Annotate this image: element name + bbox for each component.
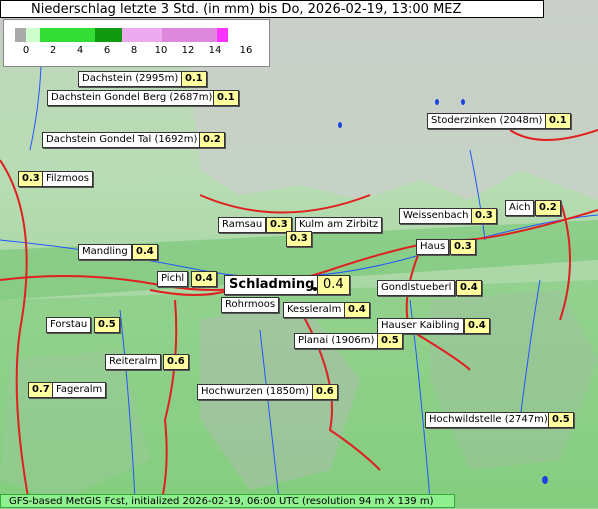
station-label-dachstein-gondel-tal: Dachstein Gondel Tal (1692m) — [42, 132, 202, 148]
station-label-hochwurzen: Hochwurzen (1850m) — [197, 384, 314, 400]
station-label-fageralm: Fageralm — [52, 382, 107, 398]
station-value-dachstein-gondel-berg: 0.1 — [213, 90, 239, 106]
legend-swatch-6 — [217, 28, 228, 42]
station-label-pichl: Pichl — [157, 271, 189, 287]
legend-swatch-0 — [15, 28, 26, 42]
station-label-kessleralm: Kessleralm — [283, 302, 346, 318]
station-label-weissenbach: Weissenbach — [399, 208, 473, 224]
station-label-hochwildstelle: Hochwildstelle (2747m) — [425, 412, 552, 428]
station-value-weissenbach: 0.3 — [471, 208, 497, 224]
station-label-stoderzinken: Stoderzinken (2048m) — [427, 113, 547, 129]
station-label-ramsau: Ramsau — [218, 217, 267, 233]
station-value-forstau: 0.5 — [94, 317, 120, 333]
model-info-footer: GFS-based MetGIS Fcst, initialized 2026-… — [0, 494, 455, 508]
station-value-filzmoos: 0.3 — [18, 171, 44, 187]
station-value-hochwurzen: 0.6 — [312, 384, 338, 400]
station-value-hochwildstelle: 0.5 — [548, 412, 574, 428]
station-label-mandling: Mandling — [78, 244, 132, 260]
station-label-haus: Haus — [416, 239, 450, 255]
legend-tick: 0 — [22, 45, 30, 56]
station-value-dachstein: 0.1 — [181, 71, 207, 87]
station-value-dachstein-gondel-tal: 0.2 — [199, 132, 225, 148]
station-value-kessleralm: 0.4 — [344, 302, 370, 318]
station-label-schladming: Schladming — [224, 275, 320, 295]
station-label-rohrmoos: Rohrmoos — [221, 297, 280, 313]
station-label-planai: Planai (1906m) — [294, 333, 379, 349]
station-label-dachstein-gondel-berg: Dachstein Gondel Berg (2687m) — [47, 90, 217, 106]
station-label-dachstein: Dachstein (2995m) — [78, 71, 183, 87]
legend-tick: 6 — [103, 45, 111, 56]
station-value-hauser-kaibling: 0.4 — [464, 318, 490, 334]
station-label-gondlstueberl: Gondlstueberl — [377, 280, 456, 296]
legend-tick: 2 — [49, 45, 57, 56]
station-label-forstau: Forstau — [46, 317, 92, 333]
station-value-reiteralm: 0.6 — [163, 354, 189, 370]
station-value-aich: 0.2 — [535, 200, 561, 216]
legend-swatch-3 — [95, 28, 122, 42]
station-value-haus: 0.3 — [450, 239, 476, 255]
station-value-gondlstueberl: 0.4 — [456, 280, 482, 296]
precipitation-legend: 0 2 4 6 8 10 12 14 16 — [3, 19, 270, 67]
legend-tick: 4 — [76, 45, 84, 56]
station-label-hauser-kaibling: Hauser Kaibling — [377, 318, 464, 334]
station-value-pichl: 0.4 — [191, 271, 217, 287]
station-label-aich: Aich — [505, 200, 535, 216]
legend-colorbar — [15, 28, 228, 42]
station-value-stoderzinken: 0.1 — [545, 113, 571, 129]
legend-swatch-4 — [122, 28, 162, 42]
station-value-mandling: 0.4 — [132, 244, 158, 260]
station-value-schladming: 0.4 — [317, 275, 350, 295]
map-title: Niederschlag letzte 3 Std. (in mm) bis D… — [0, 0, 544, 18]
station-value-planai: 0.5 — [377, 333, 403, 349]
station-value-fageralm: 0.7 — [28, 382, 54, 398]
legend-swatch-5 — [162, 28, 217, 42]
legend-tick: 16 — [239, 45, 253, 56]
legend-swatch-1 — [26, 28, 40, 42]
station-value-kulm-am-zirbitz: 0.3 — [286, 231, 312, 247]
legend-swatch-2 — [40, 28, 95, 42]
station-label-filzmoos: Filzmoos — [42, 171, 94, 187]
legend-tick: 8 — [130, 45, 138, 56]
legend-tick: 10 — [154, 45, 168, 56]
legend-tick: 14 — [208, 45, 222, 56]
station-label-reiteralm: Reiteralm — [105, 354, 162, 370]
legend-tick: 12 — [181, 45, 195, 56]
